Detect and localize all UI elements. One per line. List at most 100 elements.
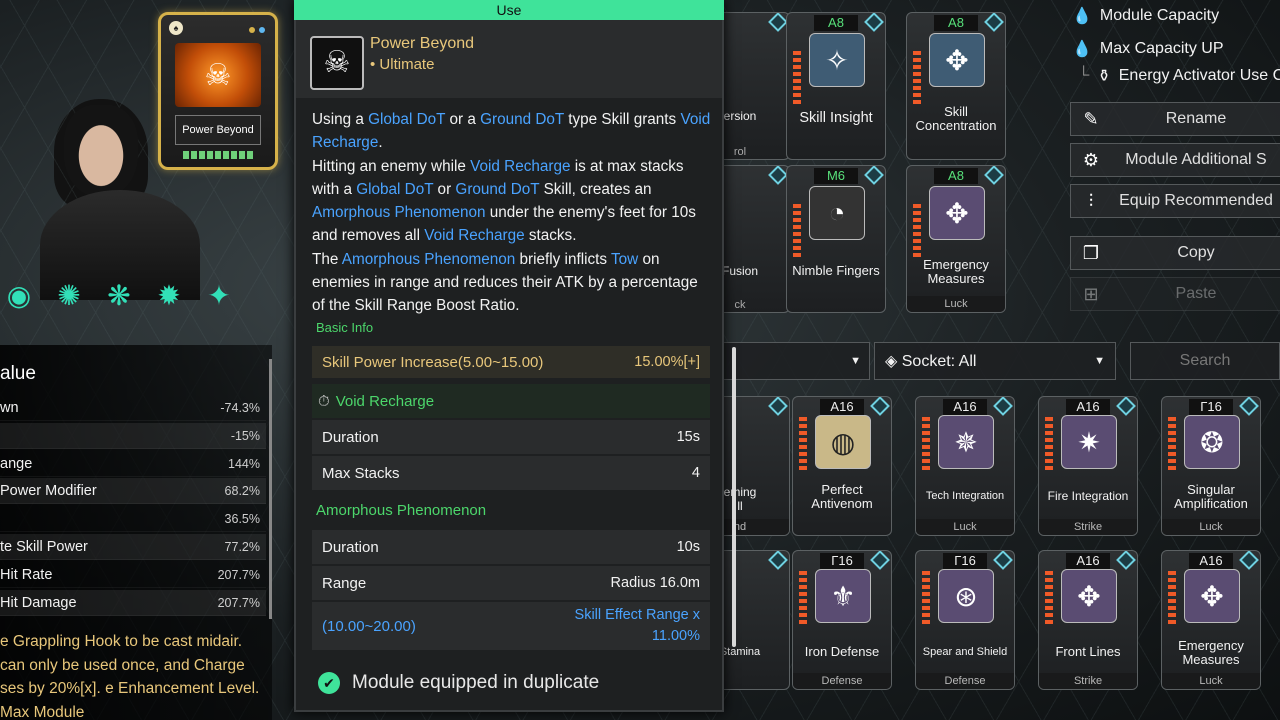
ap-duration-label: Duration [322,538,379,556]
module-card[interactable]: M6 ◔ Nimble Fingers [786,165,886,313]
module-tier-badge: A16 [1189,553,1233,569]
activator-icon: ⚱ [1097,68,1111,85]
equip-recommended-label: Equip Recommended [1119,192,1273,209]
chevron-down-icon: ▼ [1094,355,1105,367]
pencil-icon: ✎ [1083,108,1099,129]
module-card[interactable]: A8 ✧ Skill Insight [786,12,886,160]
gear-icon: ⚙ [1082,149,1100,170]
socket-filter-dropdown[interactable]: ◈ Socket: All ▼ [874,342,1116,380]
module-card[interactable]: A16 ✥ Emergency Measures Luck [1161,550,1261,690]
module-card-name: Iron Defense [804,644,880,659]
module-art-icon: ✷ [1061,415,1117,469]
module-capacity-line: 💧 Module Capacity [1072,6,1219,26]
vr-duration-value: 15s [676,429,700,445]
copy-icon: ❐ [1082,242,1100,263]
module-art-icon: ❂ [1184,415,1240,469]
chevron-down-icon: ▼ [850,355,861,367]
module-card[interactable]: A16 ◍ Perfect Antivenom [792,396,892,536]
module-card[interactable]: A16 ✥ Front Lines Strike [1038,550,1138,690]
socket-gem-icon [1239,397,1259,416]
module-card-name: Spear and Shield [922,646,1008,658]
vr-max-stacks-row: Max Stacks 4 [312,456,710,490]
module-capacity-label: Module Capacity [1099,7,1220,24]
module-card[interactable]: A16 ✷ Fire Integration Strike [1038,396,1138,536]
socket-gem-icon [1116,551,1136,570]
socket-gem-icon [984,166,1004,185]
rename-button[interactable]: ✎ Rename [1070,102,1280,136]
socket-filter-label: Socket: All [901,353,977,370]
module-tier-badge: A16 [820,399,864,415]
droplet-plus-icon: 💧 [1072,41,1092,58]
module-card[interactable]: Γ16 ⚜ Iron Defense Defense [792,550,892,690]
stats-panel: alue wn -74.3% -15% ange 144% Power Modifi… [0,345,272,720]
socket-gem-icon [870,551,890,570]
use-button[interactable]: Use [294,0,724,20]
stat-row: Power Modifier 68.2% [0,478,266,504]
tooltip-header: ☠ Power Beyond • Ultimate [296,20,722,98]
module-tier-badge: A16 [1066,399,1110,415]
capacity-stripes [799,417,807,471]
module-tier-badge: Γ16 [943,553,987,569]
skill-icon[interactable]: ◉ [0,276,38,316]
module-card[interactable]: Γ16 ⊛ Spear and Shield Defense [915,550,1015,690]
capacity-stripes [922,417,930,471]
skill-icon[interactable]: ❋ [100,276,138,316]
module-tier-badge: Γ16 [1189,399,1233,415]
module-card[interactable]: A8 ✥ Emergency Measures Luck [906,165,1006,313]
module-art-icon: ✥ [1184,569,1240,623]
void-recharge-title: Void Recharge [335,392,435,410]
skill-icon[interactable]: ✺ [50,276,88,316]
stat-row: ange 144% [0,451,266,477]
stat-row: 36.5% [0,506,266,532]
socket-gem-icon [984,13,1004,32]
copy-button[interactable]: ❐ Copy [1070,236,1280,270]
module-card[interactable]: A8 ✥ Skill Concentration [906,12,1006,160]
module-card[interactable]: Γ16 ❂ Singular Amplification Luck [1161,396,1261,536]
tooltip-module-name: Power Beyond [370,35,475,52]
module-art-icon: ✥ [929,186,985,240]
ap-duration-row: Duration 10s [312,530,710,564]
module-art-icon: ◔ [809,186,865,240]
capacity-stripes [799,571,807,625]
module-tooltip: Use ☠ Power Beyond • Ultimate Using a Gl… [294,0,736,712]
equipped-module-name: Power Beyond [175,115,261,145]
vr-duration-row: Duration 15s [312,420,710,454]
module-art-icon: ☠ [175,43,261,107]
module-additional-settings-button[interactable]: ⚙ Module Additional S [1070,143,1280,177]
module-card[interactable]: A16 ✵ Tech Integration Luck [915,396,1015,536]
skill-power-label: Skill Power Increase(5.00~15.00) [322,353,544,371]
skill-icon[interactable]: ✹ [150,276,188,316]
capacity-stripes [922,571,930,625]
tooltip-scrollbar[interactable] [732,347,736,647]
module-tier-badge: Γ16 [820,553,864,569]
socket-gem-icon [1116,397,1136,416]
socket-gem-icon [768,397,788,416]
module-art-icon: ✥ [929,33,985,87]
module-tier-badge: A16 [1066,553,1110,569]
equip-recommended-button[interactable]: ⫶ Equip Recommended [1070,184,1280,218]
ap-range-value: Radius 16.0m [610,575,700,591]
max-capacity-line: 💧 Max Capacity UP [1072,39,1224,59]
tooltip-module-type: • Ultimate [370,56,435,73]
module-tier-badge: M6 [814,168,858,184]
capacity-stripes [913,204,921,258]
skill-icon[interactable]: ✦ [200,276,238,316]
socket-gem-icon [864,13,884,32]
paste-label: Paste [1175,285,1217,302]
module-card-name: Skill Insight [799,110,873,126]
search-placeholder: Search [1179,352,1231,369]
equipped-module-card[interactable]: ♠ ☠ Power Beyond [158,12,278,170]
skill-icon-row: ◉ ✺ ❋ ✹ ✦ [0,276,238,316]
bars-icon: ⫶ [1088,190,1094,211]
category-dropdown[interactable]: ▼ [720,342,870,380]
capacity-stripes [913,51,921,105]
paste-button[interactable]: ⊞ Paste [1070,277,1280,311]
search-input[interactable]: Search [1130,342,1280,380]
module-art-icon: ✥ [1061,569,1117,623]
stat-row: Hit Rate 207.7% [0,562,266,588]
stats-scrollbar[interactable] [269,359,272,619]
energy-activator-label: Energy Activator Use Co [1118,67,1280,84]
module-card-socket: Strike [1039,519,1137,535]
module-additional-label: Module Additional S [1125,151,1267,168]
module-tier-badge: A8 [814,15,858,31]
